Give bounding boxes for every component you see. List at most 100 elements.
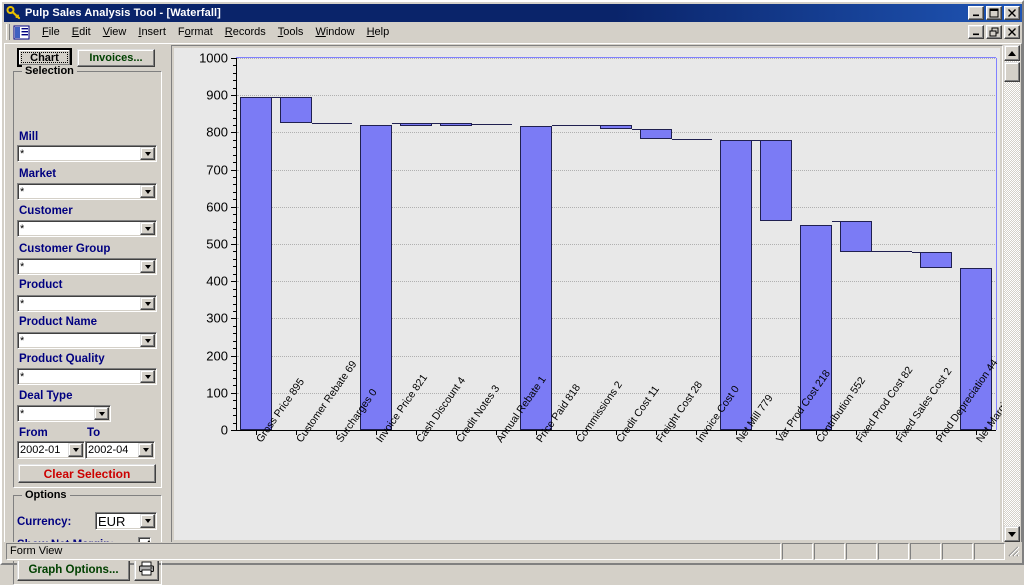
scroll-down-button[interactable]: [1004, 526, 1020, 542]
mill-combo[interactable]: *: [17, 145, 157, 162]
product-name-value: *: [20, 334, 25, 347]
currency-label: Currency:: [17, 516, 72, 528]
customer-group-label: Customer Group: [19, 243, 111, 255]
bar[interactable]: [280, 97, 312, 123]
status-text: Form View: [6, 543, 781, 560]
to-label: To: [87, 427, 101, 439]
status-cell: [782, 543, 813, 560]
scrollbar-track[interactable]: [1004, 61, 1020, 526]
chevron-down-icon[interactable]: [140, 185, 155, 198]
menu-item-insert[interactable]: Insert: [132, 24, 172, 40]
mdi-restore-button[interactable]: [986, 25, 1002, 39]
waterfall-form: Chart Invoices... Selection Mill * Marke…: [4, 43, 1022, 585]
customer-group-value: *: [20, 260, 25, 273]
menu-item-window[interactable]: Window: [309, 24, 360, 40]
scroll-up-button[interactable]: [1004, 45, 1020, 61]
mdi-close-button[interactable]: [1004, 25, 1020, 39]
from-combo[interactable]: 2002-01: [17, 441, 85, 459]
waterfall-connector: [592, 125, 600, 126]
resize-grip[interactable]: [1006, 544, 1020, 559]
clear-selection-button[interactable]: Clear Selection: [18, 464, 156, 483]
scrollbar-thumb[interactable]: [1004, 62, 1020, 82]
bar[interactable]: [400, 123, 432, 126]
close-button[interactable]: [1004, 6, 1020, 20]
focus-rectangle: [21, 52, 68, 63]
currency-combo[interactable]: EUR: [95, 512, 157, 530]
gridline: [237, 244, 995, 245]
chevron-down-icon[interactable]: [94, 407, 109, 420]
y-tick-label: 900: [206, 87, 228, 103]
graph-options-button[interactable]: Graph Options...: [17, 559, 130, 581]
minimize-button[interactable]: [968, 6, 984, 20]
product-combo[interactable]: *: [17, 295, 157, 312]
waterfall-connector: [472, 124, 480, 125]
chevron-down-icon[interactable]: [140, 297, 155, 310]
selection-group-title: Selection: [22, 65, 77, 77]
chevron-down-icon[interactable]: [68, 443, 83, 457]
application-window: Pulp Sales Analysis Tool - [Waterfall] F…: [0, 0, 1024, 585]
to-value: 2002-04: [88, 444, 129, 456]
vertical-scrollbar[interactable]: [1004, 45, 1020, 542]
chevron-down-icon[interactable]: [140, 514, 155, 528]
gridline: [237, 58, 995, 59]
status-cell: [878, 543, 909, 560]
menu-item-edit[interactable]: Edit: [66, 24, 97, 40]
waterfall-connector: [432, 123, 440, 124]
product-quality-label: Product Quality: [19, 353, 105, 365]
maximize-button[interactable]: [986, 6, 1002, 20]
bar[interactable]: [600, 125, 632, 129]
menu-drag-grip[interactable]: [6, 24, 10, 40]
bar[interactable]: [360, 125, 392, 430]
gridline: [237, 206, 995, 208]
y-tick-label: 0: [220, 422, 228, 438]
menu-item-view[interactable]: View: [97, 24, 133, 40]
chevron-down-icon[interactable]: [140, 260, 155, 273]
print-button[interactable]: [134, 559, 159, 581]
bar[interactable]: [240, 97, 272, 430]
product-name-combo[interactable]: *: [17, 332, 157, 349]
waterfall-chart: 0 100 200 300 400 500 600 700 800 900 1000 Gross P…: [174, 48, 1002, 540]
customer-label: Customer: [19, 205, 73, 217]
menu-item-format[interactable]: Format: [172, 24, 219, 40]
bar[interactable]: [840, 221, 872, 252]
gridline: [237, 132, 995, 134]
gridline: [237, 281, 995, 283]
currency-value: EUR: [98, 513, 126, 529]
waterfall-connector: [272, 97, 280, 98]
menu-bar: File Edit View Insert Format Records Too…: [4, 23, 1022, 42]
key-icon: [6, 5, 22, 21]
customer-combo[interactable]: *: [17, 220, 157, 237]
chevron-down-icon[interactable]: [140, 222, 155, 235]
to-combo[interactable]: 2002-04: [85, 441, 155, 459]
y-tick-label: 700: [206, 162, 228, 178]
status-cell: [846, 543, 877, 560]
market-combo[interactable]: *: [17, 183, 157, 200]
chevron-down-icon[interactable]: [138, 443, 153, 457]
chevron-down-icon[interactable]: [140, 334, 155, 347]
invoices-button[interactable]: Invoices...: [77, 49, 155, 67]
bar[interactable]: [640, 129, 672, 139]
menu-item-help[interactable]: Help: [361, 24, 396, 40]
waterfall-connector: [312, 123, 320, 124]
from-label: From: [19, 427, 48, 439]
menu-item-file[interactable]: File: [36, 24, 66, 40]
market-value: *: [20, 185, 25, 198]
y-tick-label: 500: [206, 236, 228, 252]
bar[interactable]: [920, 252, 952, 268]
menu-item-tools[interactable]: Tools: [272, 24, 310, 40]
bar[interactable]: [760, 140, 792, 221]
bar[interactable]: [440, 123, 472, 126]
menu-item-records[interactable]: Records: [219, 24, 272, 40]
access-form-icon[interactable]: [13, 24, 30, 40]
customer-value: *: [20, 222, 25, 235]
clear-selection-label: Clear Selection: [43, 466, 131, 481]
chevron-down-icon[interactable]: [140, 370, 155, 383]
chevron-down-icon[interactable]: [140, 147, 155, 160]
bar-zero-connector: [480, 124, 512, 125]
product-quality-combo[interactable]: *: [17, 368, 157, 385]
product-label: Product: [19, 279, 63, 291]
waterfall-connector: [552, 125, 560, 126]
customer-group-combo[interactable]: *: [17, 258, 157, 275]
mdi-minimize-button[interactable]: [968, 25, 984, 39]
deal-type-combo[interactable]: *: [17, 405, 111, 422]
